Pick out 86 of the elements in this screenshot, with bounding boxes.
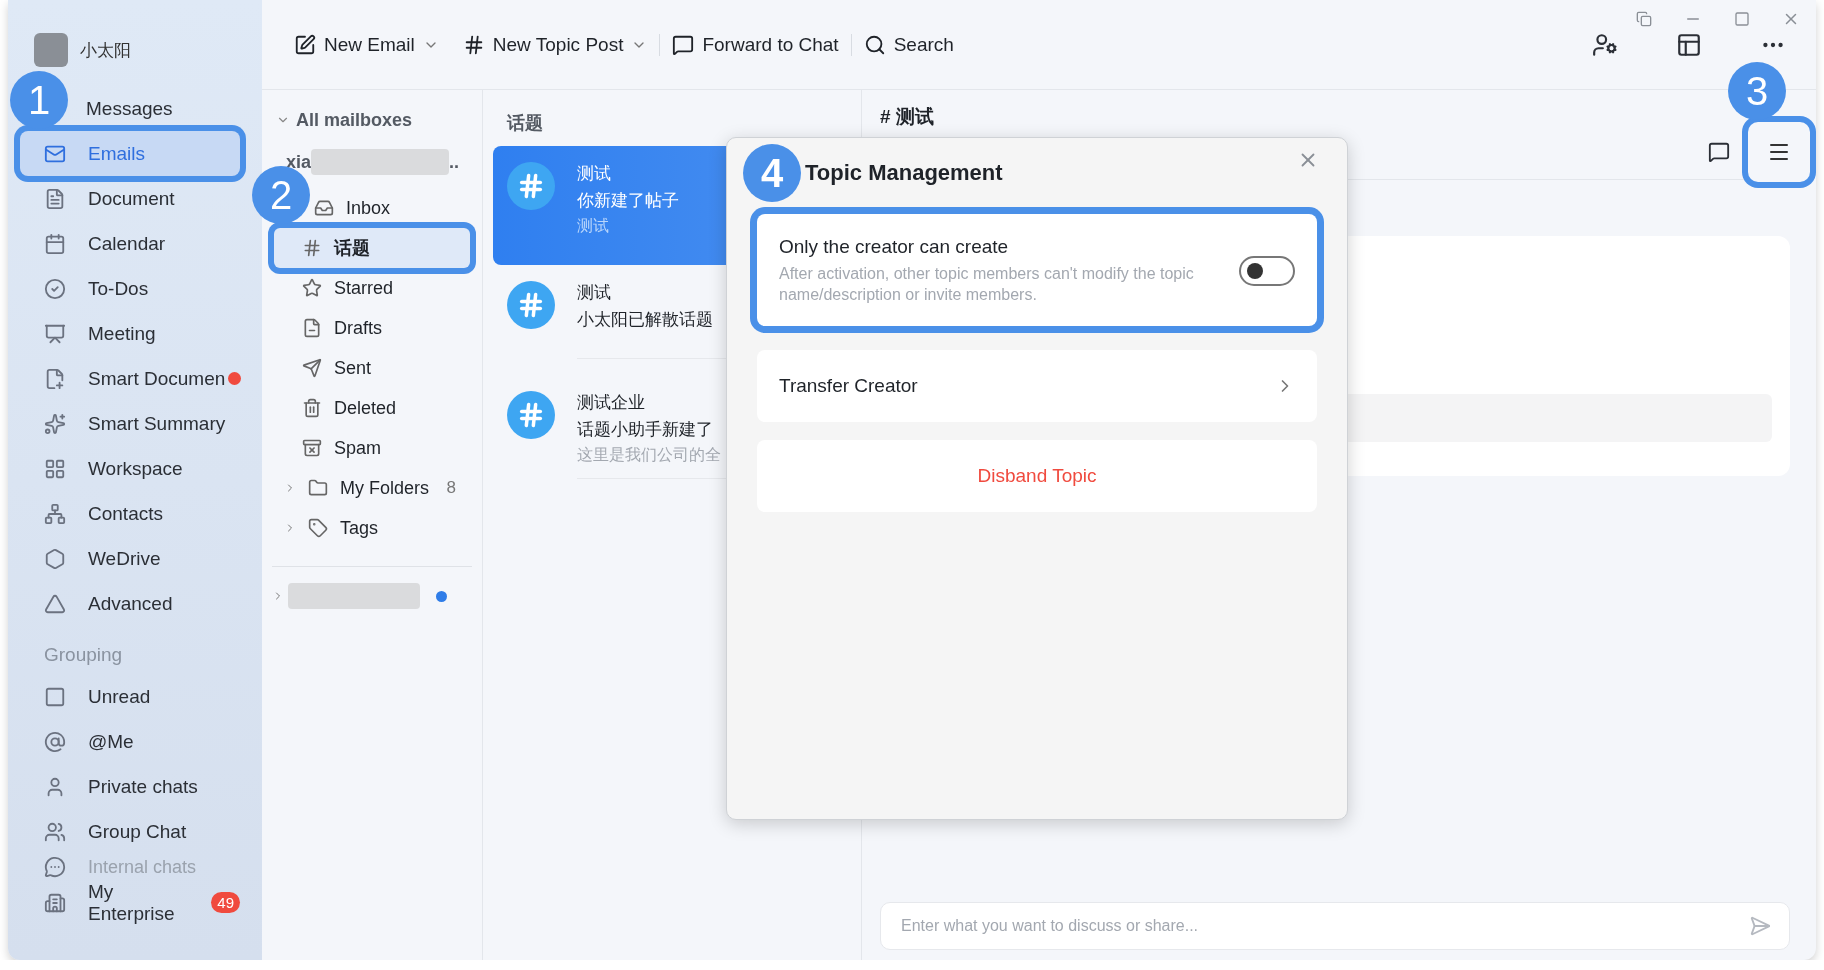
setting-description: After activation, other topic members can't modify the topic name/description or invite members. [779, 264, 1195, 305]
count-badge: 49 [211, 892, 240, 913]
toolbar-button[interactable]: New Email [282, 24, 451, 65]
building-icon [44, 891, 66, 914]
chat-bubble-icon [44, 856, 66, 878]
topic-title: 测试企业 [577, 392, 645, 414]
hash-avatar-icon [507, 391, 555, 439]
folder-item[interactable]: Deleted [274, 388, 470, 428]
toggle-switch[interactable] [1239, 255, 1295, 286]
nav-item[interactable]: WeDrive [20, 536, 240, 581]
restore-window-icon[interactable] [1634, 9, 1654, 29]
send-icon [302, 358, 322, 378]
step-number-badge: 1 [10, 71, 68, 129]
topic-subtitle: 小太阳已解散话题 [577, 309, 713, 331]
folder-item[interactable]: Starred [274, 268, 470, 308]
nav-item[interactable]: Advanced [20, 581, 240, 626]
topic-preview: 这里是我们公司的全 [577, 445, 721, 465]
toolbar-button[interactable]: New Topic Post [450, 24, 660, 65]
mailbox-heading[interactable]: All mailboxes [272, 104, 472, 136]
nav-item[interactable]: Calendar [20, 221, 240, 266]
chat-title: # 测试 [880, 105, 934, 129]
nav-item[interactable]: Smart Summary [20, 401, 240, 446]
hash-avatar-icon [507, 162, 555, 210]
folder-item[interactable]: Spam [274, 428, 470, 468]
disband-topic-button[interactable]: Disband Topic [757, 439, 1317, 512]
search-icon [863, 33, 886, 56]
message-input[interactable]: Enter what you want to discuss or share... [880, 902, 1790, 950]
sparkle-icon [44, 412, 66, 435]
hexagon-icon [44, 547, 66, 570]
message-input-field[interactable]: Enter what you want to discuss or share... [899, 916, 1749, 936]
folder-icon [308, 478, 328, 498]
check-circle-icon [44, 277, 66, 300]
compose-icon [294, 33, 316, 56]
hash-avatar-icon [507, 281, 555, 329]
spam-icon [302, 438, 322, 458]
square-icon [44, 685, 66, 708]
user-name: 小太阳 [80, 39, 131, 62]
topic-subtitle: 你新建了帖子 [577, 190, 679, 212]
nav-item[interactable]: Smart Documen [20, 356, 240, 401]
org-chart-icon [44, 502, 66, 525]
ellipsis: .. [449, 151, 460, 173]
maximize-icon[interactable] [1732, 9, 1752, 29]
nav-item[interactable]: Meeting [20, 311, 240, 356]
step-number-badge: 4 [743, 144, 801, 202]
triangle-icon [44, 592, 66, 615]
trash-icon [302, 398, 322, 418]
nav-item[interactable]: Contacts [20, 491, 240, 536]
document-plus-icon [44, 367, 66, 390]
folder-item[interactable]: Drafts [274, 308, 470, 348]
folder-item[interactable]: My Folders 8 [274, 468, 470, 508]
column-heading: 话题 [505, 112, 544, 135]
avatar[interactable] [34, 33, 68, 67]
nav-item[interactable]: Messages [78, 86, 240, 131]
folder-count: 8 [446, 478, 456, 498]
topic-subtitle: 话题小助手新建了 [577, 419, 713, 441]
send-icon[interactable] [1749, 915, 1771, 937]
folder-item[interactable]: Inbox [314, 188, 470, 228]
transfer-creator-button[interactable]: Transfer Creator [757, 349, 1317, 422]
calendar-icon [44, 232, 66, 255]
at-icon [44, 730, 66, 753]
document-icon [44, 187, 66, 210]
topic-title: 测试 [577, 163, 611, 185]
grid-icon [44, 457, 66, 480]
toolbar-button[interactable]: Forward to Chat [660, 24, 851, 65]
folder-item[interactable]: Tags [274, 508, 470, 548]
meeting-icon [44, 322, 66, 345]
nav-item[interactable]: My Enterprise 49 [20, 880, 240, 925]
step-number-badge: 3 [1728, 62, 1786, 120]
nav-item[interactable]: To-Dos [20, 266, 240, 311]
nav-item[interactable]: Document [20, 176, 240, 221]
inbox-icon [314, 198, 334, 218]
section-heading: Grouping [43, 643, 124, 667]
people-icon [44, 820, 66, 843]
group-item[interactable]: Unread [20, 674, 240, 719]
toolbar-button[interactable]: Search [851, 24, 966, 65]
group-item[interactable]: @Me [20, 719, 240, 764]
nav-item[interactable]: Workspace [20, 446, 240, 491]
star-icon [302, 278, 322, 298]
tag-icon [308, 518, 328, 538]
topic-title: 测试 [577, 282, 611, 304]
folder-item[interactable]: Sent [274, 348, 470, 388]
hash-icon [302, 238, 322, 258]
topic-preview: 测试 [577, 216, 609, 236]
group-item[interactable]: Private chats [20, 764, 240, 809]
draft-icon [302, 318, 322, 338]
group-item[interactable]: Group Chat [20, 809, 240, 854]
